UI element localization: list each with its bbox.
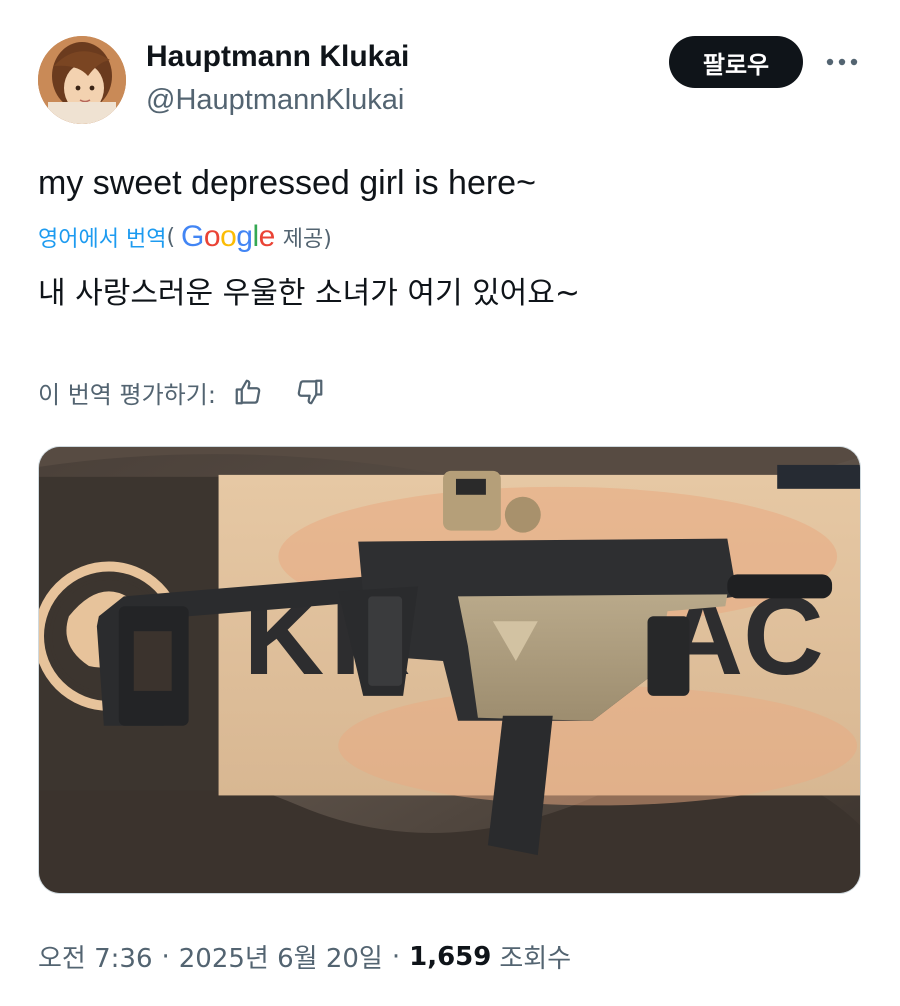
thumbs-down-icon — [297, 379, 323, 405]
translated-text: 내 사랑스러운 우울한 소녀가 여기 있어요~ — [38, 276, 581, 311]
more-options-button[interactable] — [818, 46, 866, 78]
translation-paren-open: ( — [166, 224, 176, 250]
translation-provider-suffix: 제공) — [282, 227, 332, 252]
rate-translation-row: 이 번역 평가하기: — [38, 374, 328, 410]
thumbs-up-icon — [235, 379, 261, 405]
tweet-text: my sweet depressed girl is here~ — [38, 164, 536, 202]
meta-separator: · — [161, 941, 170, 972]
views-count: 1,659 — [409, 941, 492, 972]
thumbs-up-button[interactable] — [230, 374, 266, 410]
more-icon — [826, 58, 858, 66]
translation-source: 영어에서 번역 ( Google 제공) — [38, 220, 332, 254]
author-handle[interactable]: @HauptmannKlukai — [146, 84, 404, 117]
author-display-name[interactable]: Hauptmann Klukai — [146, 40, 409, 74]
views-label: 조회수 — [499, 944, 572, 974]
tweet-media-image[interactable]: KR AC — [38, 446, 861, 894]
meta-separator-2: · — [391, 941, 401, 972]
tweet-meta-row: 오전 7:36 · 2025년 6월 20일 · 1,659 조회수 — [38, 938, 571, 975]
thumbs-down-button[interactable] — [292, 374, 328, 410]
avatar[interactable] — [38, 36, 126, 124]
translated-from-link[interactable]: 영어에서 번역 — [38, 221, 166, 253]
rate-translation-label: 이 번역 평가하기: — [38, 380, 216, 409]
follow-button[interactable]: 팔로우 — [669, 36, 803, 88]
media-photo: KR AC — [39, 447, 860, 893]
google-logo: Google — [181, 220, 275, 253]
tweet-date[interactable]: 2025년 6월 20일 — [179, 938, 383, 975]
tweet-time[interactable]: 오전 7:36 — [38, 938, 153, 975]
avatar-image — [38, 36, 126, 124]
